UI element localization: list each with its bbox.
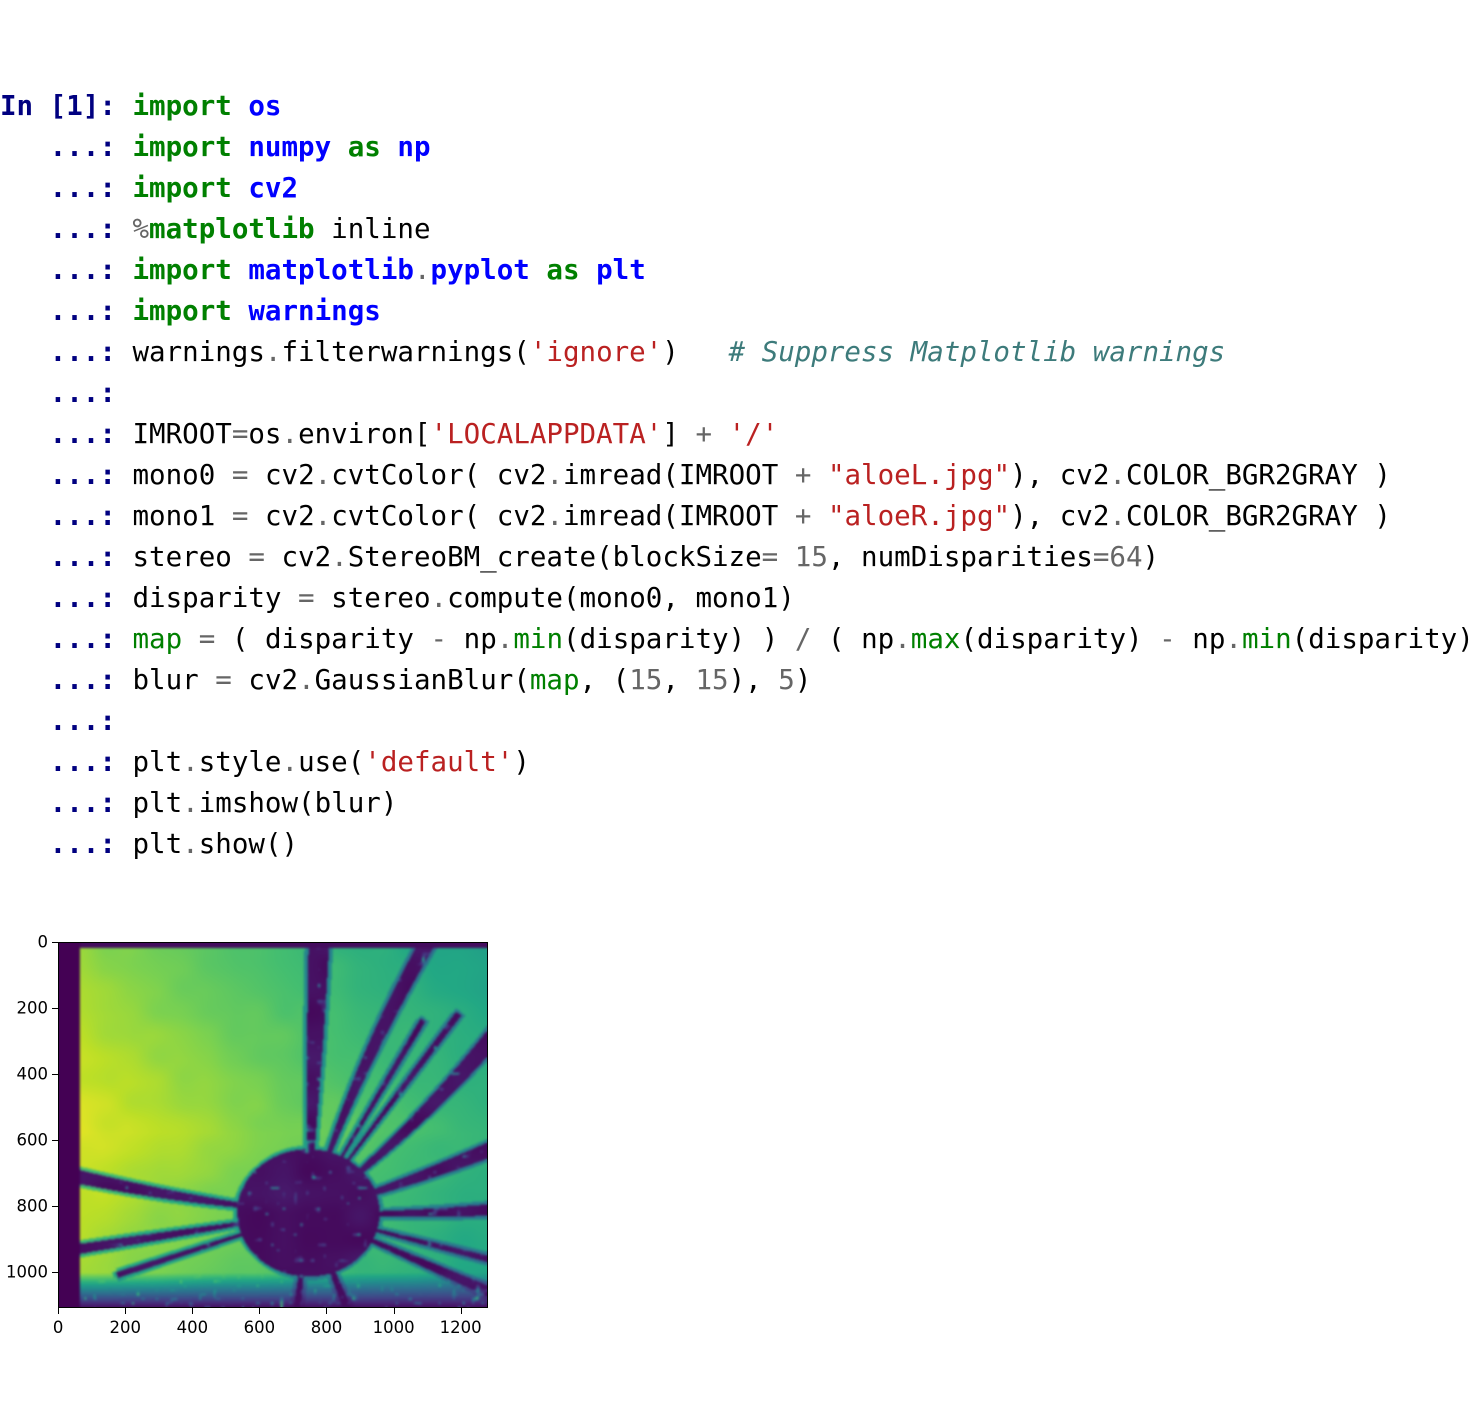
console-prompt: ...: [0, 418, 116, 450]
x-tick-label: 400 [176, 1318, 209, 1337]
y-tick-label: 200 [16, 998, 49, 1018]
x-tick-mark [259, 1308, 261, 1314]
x-tick-label: 800 [310, 1318, 343, 1337]
console-prompt: In [1]: [0, 90, 116, 122]
y-tick-label: 400 [16, 1064, 49, 1084]
console-code: IMROOT=os.environ['LOCALAPPDATA'] + '/' [132, 418, 779, 450]
x-tick-mark [460, 1308, 462, 1314]
x-tick-label: 1000 [372, 1318, 415, 1337]
console-line: ...: %matplotlib inline [0, 209, 1479, 250]
console-code: import numpy as np [132, 131, 431, 163]
console-prompt: ...: [0, 131, 116, 163]
y-tick-mark [52, 942, 58, 944]
console-prompt: ...: [0, 459, 116, 491]
x-tick-label: 0 [52, 1318, 64, 1337]
console-line: ...: mono1 = cv2.cvtColor( cv2.imread(IM… [0, 496, 1479, 537]
x-tick-mark [58, 1308, 60, 1314]
console-line: ...: plt.style.use('default') [0, 742, 1479, 783]
console-prompt: ...: [0, 582, 116, 614]
console-prompt: ...: [0, 213, 116, 245]
matplotlib-output-area: 0 200 400 600 800 1000 0 200 400 600 800 1000 1200 [0, 928, 1479, 1348]
console-code: mono1 = cv2.cvtColor( cv2.imread(IMROOT … [132, 500, 1391, 532]
y-tick-mark [52, 1140, 58, 1141]
console-code: import matplotlib.pyplot as plt [132, 254, 646, 286]
console-line: ...: import matplotlib.pyplot as plt [0, 250, 1479, 291]
console-code: plt.show() [132, 828, 299, 860]
console-code: blur = cv2.GaussianBlur(map, (15, 15), 5… [132, 664, 812, 696]
y-tick-mark [52, 1008, 58, 1010]
y-tick-label: 1000 [6, 1262, 48, 1282]
console-line: ...: warnings.filterwarnings('ignore') #… [0, 332, 1479, 373]
y-tick-mark [52, 1205, 58, 1207]
console-code: import cv2 [132, 172, 299, 204]
x-tick-mark [326, 1308, 328, 1314]
y-tick-label: 0 [37, 932, 49, 952]
y-tick-mark [52, 1074, 58, 1076]
x-tick-label: 600 [243, 1318, 276, 1337]
console-prompt: ...: [0, 336, 116, 368]
ipython-console[interactable]: In [1]: import os ...: import numpy as n… [0, 0, 1479, 906]
console-line: ...: map = ( disparity - np.min(disparit… [0, 619, 1479, 660]
console-line: ...: mono0 = cv2.cvtColor( cv2.imread(IM… [0, 455, 1479, 496]
console-line: ...: plt.imshow(blur) [0, 783, 1479, 824]
console-code: disparity = stereo.compute(mono0, mono1) [132, 582, 795, 614]
console-line-list: In [1]: import os ...: import numpy as n… [0, 86, 1479, 865]
console-line: ...: plt.show() [0, 824, 1479, 865]
disparity-image-axes [58, 942, 488, 1308]
x-tick-mark [393, 1308, 395, 1314]
console-code: map = ( disparity - np.min(disparity) ) … [132, 623, 1474, 655]
console-code: plt.style.use('default') [132, 746, 530, 778]
x-tick-mark [125, 1308, 127, 1314]
console-prompt: ...: [0, 746, 116, 778]
console-line: ...: import cv2 [0, 168, 1479, 209]
console-line: ...: import warnings [0, 291, 1479, 332]
console-prompt: ...: [0, 541, 116, 573]
console-code: stereo = cv2.StereoBM_create(blockSize= … [132, 541, 1160, 573]
console-code: import warnings [132, 295, 381, 327]
console-code: plt.imshow(blur) [132, 787, 398, 819]
disparity-heatmap-canvas [59, 943, 487, 1307]
console-line: ...: import numpy as np [0, 127, 1479, 168]
console-prompt: ...: [0, 664, 116, 696]
matplotlib-figure: 0 200 400 600 800 1000 0 200 400 600 800 1000 1200 [0, 928, 520, 1348]
console-prompt: ...: [0, 705, 116, 737]
console-line: ...: [0, 373, 1479, 414]
console-prompt: ...: [0, 295, 116, 327]
console-line: ...: stereo = cv2.StereoBM_create(blockS… [0, 537, 1479, 578]
console-prompt: ...: [0, 828, 116, 860]
y-tick-label: 600 [16, 1130, 49, 1150]
y-tick-label: 800 [16, 1196, 49, 1216]
console-line: ...: blur = cv2.GaussianBlur(map, (15, 1… [0, 660, 1479, 701]
console-code: import os [132, 90, 282, 122]
console-line: In [1]: import os [0, 86, 1479, 127]
console-code: mono0 = cv2.cvtColor( cv2.imread(IMROOT … [132, 459, 1391, 491]
y-tick-mark [52, 1271, 58, 1273]
console-code: warnings.filterwarnings('ignore') # Supp… [132, 336, 1226, 368]
console-prompt: ...: [0, 500, 116, 532]
console-prompt: ...: [0, 787, 116, 819]
console-line: ...: disparity = stereo.compute(mono0, m… [0, 578, 1479, 619]
console-prompt: ...: [0, 377, 116, 409]
x-tick-mark [192, 1308, 194, 1314]
console-prompt: ...: [0, 254, 116, 286]
console-line: ...: IMROOT=os.environ['LOCALAPPDATA'] +… [0, 414, 1479, 455]
console-prompt: ...: [0, 172, 116, 204]
x-tick-label: 200 [109, 1318, 142, 1337]
x-tick-label: 1200 [439, 1318, 482, 1337]
console-line: ...: [0, 701, 1479, 742]
console-code: %matplotlib inline [132, 213, 431, 245]
console-prompt: ...: [0, 623, 116, 655]
